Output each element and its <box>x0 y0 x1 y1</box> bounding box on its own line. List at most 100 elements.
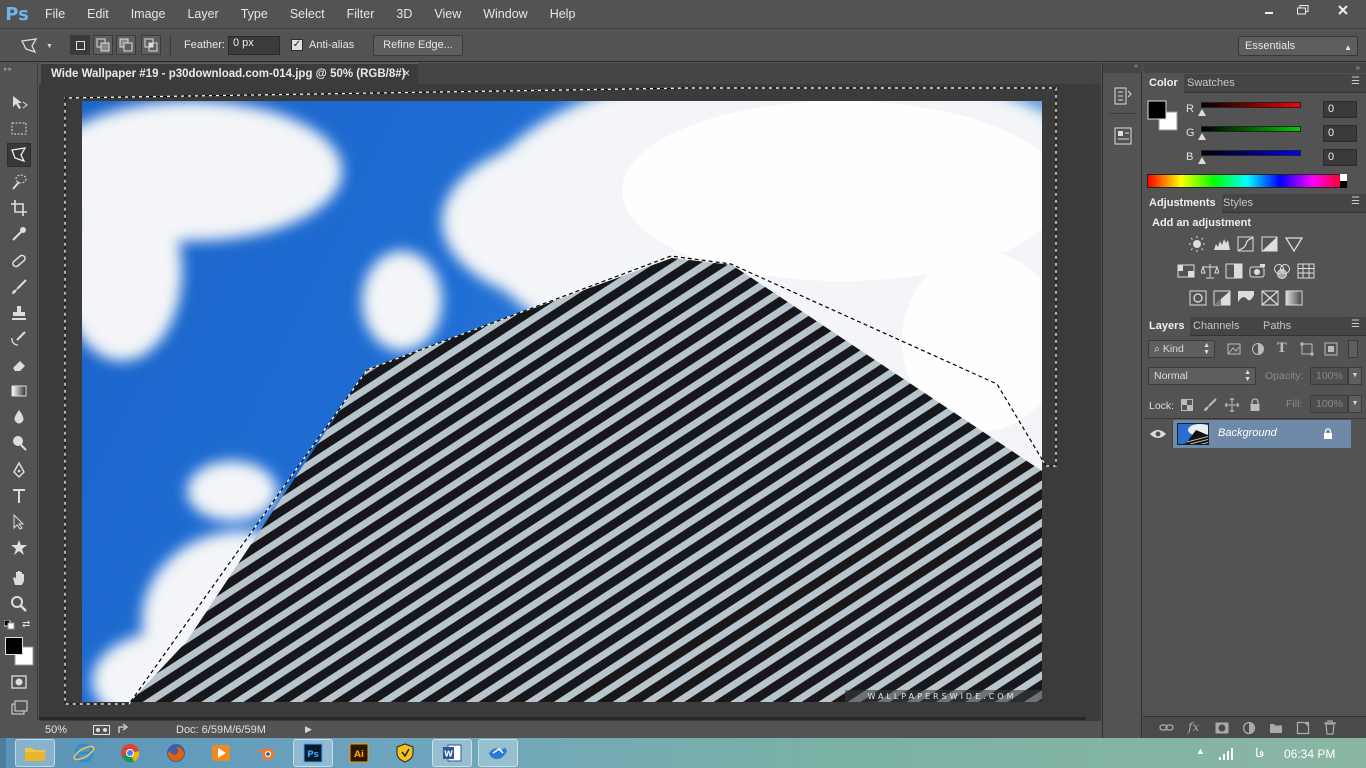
quick-mask-button[interactable] <box>7 670 31 694</box>
panel-menu-icon[interactable]: ☰ <box>1351 196 1360 207</box>
default-colors-icon[interactable] <box>3 619 16 630</box>
filter-pixel-icon[interactable] <box>1227 342 1241 356</box>
invert-icon[interactable] <box>1189 290 1207 306</box>
menu-filter[interactable]: Filter <box>336 0 386 28</box>
menu-edit[interactable]: Edit <box>76 0 120 28</box>
quick-selection-tool[interactable] <box>7 170 31 194</box>
type-tool[interactable] <box>7 484 31 508</box>
menu-3d[interactable]: 3D <box>385 0 423 28</box>
lock-all-icon[interactable] <box>1249 398 1261 412</box>
close-button[interactable] <box>1320 0 1366 20</box>
panel-menu-icon[interactable]: ☰ <box>1351 76 1360 87</box>
blue-slider-thumb[interactable] <box>1198 157 1206 164</box>
restore-button[interactable] <box>1286 0 1320 20</box>
custom-shape-tool[interactable] <box>7 536 31 560</box>
zoom-tool[interactable] <box>7 592 31 616</box>
media-player-button[interactable] <box>201 739 241 767</box>
new-group-icon[interactable] <box>1269 721 1283 735</box>
filter-toggle[interactable] <box>1348 340 1358 358</box>
photo-filter-icon[interactable] <box>1249 263 1267 279</box>
red-slider[interactable] <box>1201 102 1301 108</box>
illustrator-button[interactable]: Ai <box>339 739 379 767</box>
gradient-tool[interactable] <box>7 379 31 403</box>
add-selection-button[interactable] <box>93 35 113 55</box>
lock-transparent-icon[interactable] <box>1181 399 1193 411</box>
brightness-contrast-icon[interactable] <box>1188 236 1206 252</box>
marquee-tool[interactable] <box>7 117 31 141</box>
tab-paths[interactable]: Paths <box>1257 317 1297 336</box>
layer-filter-kind-select[interactable]: ⌕ Kind ▲ ▼ <box>1148 340 1215 358</box>
black-white-ramp[interactable] <box>1340 174 1347 188</box>
workspace-select[interactable]: Essentials ▲▼ <box>1238 36 1358 70</box>
filter-shape-icon[interactable] <box>1300 342 1314 356</box>
history-brush-tool[interactable] <box>7 327 31 351</box>
status-menu-arrow-icon[interactable]: ▶ <box>305 724 312 735</box>
link-layers-icon[interactable] <box>1159 721 1175 735</box>
screen-mode-button[interactable] <box>7 696 31 720</box>
anti-alias-checkbox[interactable]: ✓ <box>291 39 303 51</box>
red-slider-thumb[interactable] <box>1198 109 1206 116</box>
layer-lock-icon[interactable] <box>1323 428 1333 440</box>
toolbar-grip[interactable]: ▸▸ <box>4 65 34 73</box>
vertical-scrollbar[interactable] <box>1086 84 1101 720</box>
menu-window[interactable]: Window <box>472 0 538 28</box>
firefox-button[interactable] <box>156 739 196 767</box>
blue-value[interactable]: 0 <box>1323 149 1357 166</box>
menu-layer[interactable]: Layer <box>176 0 229 28</box>
eraser-tool[interactable] <box>7 353 31 377</box>
blender-button[interactable] <box>247 739 287 767</box>
clock[interactable]: 06:34 PM <box>1284 747 1335 761</box>
lasso-tool[interactable] <box>7 143 31 167</box>
delete-layer-icon[interactable] <box>1323 720 1337 735</box>
layer-visibility-toggle[interactable] <box>1143 420 1173 448</box>
internet-explorer-button[interactable] <box>64 739 104 767</box>
photoshop-button[interactable]: Ps <box>293 739 333 767</box>
healing-brush-tool[interactable] <box>7 249 31 273</box>
intersect-selection-button[interactable] <box>141 35 161 55</box>
tab-swatches[interactable]: Swatches <box>1181 74 1241 93</box>
pen-tool[interactable] <box>7 458 31 482</box>
threshold-icon[interactable] <box>1237 290 1255 306</box>
eyedropper-tool[interactable] <box>7 222 31 246</box>
app-button[interactable] <box>478 739 518 767</box>
foreground-color-swatch[interactable] <box>5 637 34 666</box>
collapse-dock-icon[interactable]: « <box>1103 63 1142 73</box>
color-lookup-icon[interactable] <box>1297 263 1315 279</box>
blur-tool[interactable] <box>7 405 31 429</box>
subtract-selection-button[interactable] <box>116 35 136 55</box>
swap-colors-icon[interactable]: ⇄ <box>22 619 34 631</box>
collapse-panels-icon[interactable]: » <box>1356 63 1360 72</box>
feather-input[interactable]: 0 px <box>228 36 280 55</box>
hand-tool[interactable] <box>7 566 31 590</box>
exposure-icon[interactable] <box>1261 236 1279 252</box>
menu-file[interactable]: File <box>34 0 76 28</box>
green-slider[interactable] <box>1201 126 1301 132</box>
channel-mixer-icon[interactable] <box>1273 263 1291 279</box>
opacity-dropdown-arrow-icon[interactable]: ▼ <box>1348 367 1362 385</box>
menu-view[interactable]: View <box>423 0 472 28</box>
tab-adjustments[interactable]: Adjustments <box>1143 194 1222 213</box>
show-hidden-icons[interactable]: ▲ <box>1196 746 1205 756</box>
tab-layers[interactable]: Layers <box>1143 317 1191 336</box>
document-tab[interactable]: Wide Wallpaper #19 - p30download.com-014… <box>41 63 418 84</box>
blend-mode-select[interactable]: Normal ▲ ▼ <box>1148 367 1256 385</box>
blue-slider[interactable] <box>1201 150 1301 156</box>
file-explorer-button[interactable] <box>15 739 55 767</box>
curves-icon[interactable] <box>1237 236 1255 252</box>
vibrance-icon[interactable] <box>1285 236 1303 252</box>
network-signal-icon[interactable] <box>1218 746 1234 760</box>
minimize-button[interactable] <box>1252 0 1286 20</box>
fx-icon[interactable]: fx <box>1188 720 1202 734</box>
crop-tool[interactable] <box>7 196 31 220</box>
new-layer-icon[interactable] <box>1296 721 1310 735</box>
lock-pixels-icon[interactable] <box>1203 398 1217 412</box>
menu-select[interactable]: Select <box>279 0 336 28</box>
dodge-tool[interactable] <box>7 431 31 455</box>
opacity-input[interactable]: 100% <box>1310 367 1348 385</box>
fill-dropdown-arrow-icon[interactable]: ▼ <box>1348 395 1362 413</box>
tab-styles[interactable]: Styles <box>1217 194 1259 213</box>
refine-edge-button[interactable]: Refine Edge... <box>373 35 463 56</box>
hue-saturation-icon[interactable] <box>1177 263 1195 279</box>
fill-input[interactable]: 100% <box>1310 395 1348 413</box>
tool-preset-picker[interactable]: ▼ <box>20 35 60 57</box>
